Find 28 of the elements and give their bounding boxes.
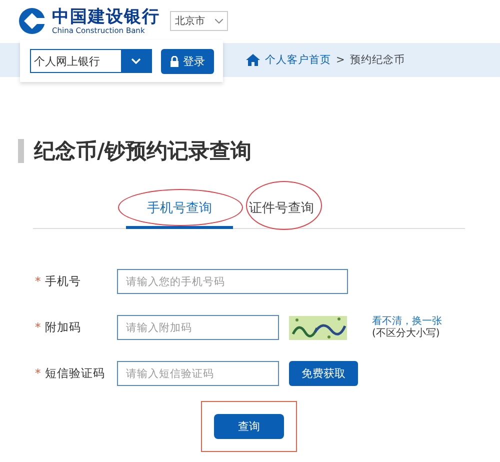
input-field[interactable]: 请输入附加码 <box>117 315 279 340</box>
query-tab[interactable]: 手机号查询 <box>126 193 233 229</box>
field-label: 短信验证码 <box>44 366 105 381</box>
breadcrumb-link[interactable]: 个人客户首页 <box>265 53 331 67</box>
city-select[interactable]: 北京市 <box>170 11 228 31</box>
field-label: 附加码 <box>44 320 81 335</box>
required-mark: * <box>35 366 41 381</box>
query-button[interactable]: 查询 <box>214 414 284 439</box>
case-hint: (不区分大小写) <box>372 328 441 340</box>
get-code-button[interactable]: 免费获取 <box>289 361 358 386</box>
bank-logo-icon <box>18 7 46 35</box>
field-label: 手机号 <box>44 274 81 289</box>
required-mark: * <box>35 274 41 289</box>
breadcrumb-text: 预约纪念币 <box>350 53 405 67</box>
bank-type-select[interactable]: 个人网上银行 <box>30 49 152 73</box>
required-mark: * <box>35 320 41 335</box>
login-button[interactable]: 登录 <box>161 48 214 74</box>
lock-icon <box>170 56 179 66</box>
input-field[interactable]: 请输入您的手机号码 <box>117 269 348 294</box>
bank-name: 中国建设银行 <box>52 8 160 26</box>
page-title: 纪念币/钞预约记录查询 <box>18 139 252 163</box>
chevron-icon <box>215 18 223 24</box>
caret-icon <box>131 58 141 64</box>
input-field[interactable]: 请输入短信验证码 <box>117 361 279 386</box>
query-tab[interactable]: 证件号查询 <box>249 193 314 229</box>
breadcrumb-text: > <box>336 54 345 66</box>
home-icon <box>246 54 260 66</box>
refresh-captcha-link[interactable]: 看不清，换一张 <box>372 316 442 328</box>
